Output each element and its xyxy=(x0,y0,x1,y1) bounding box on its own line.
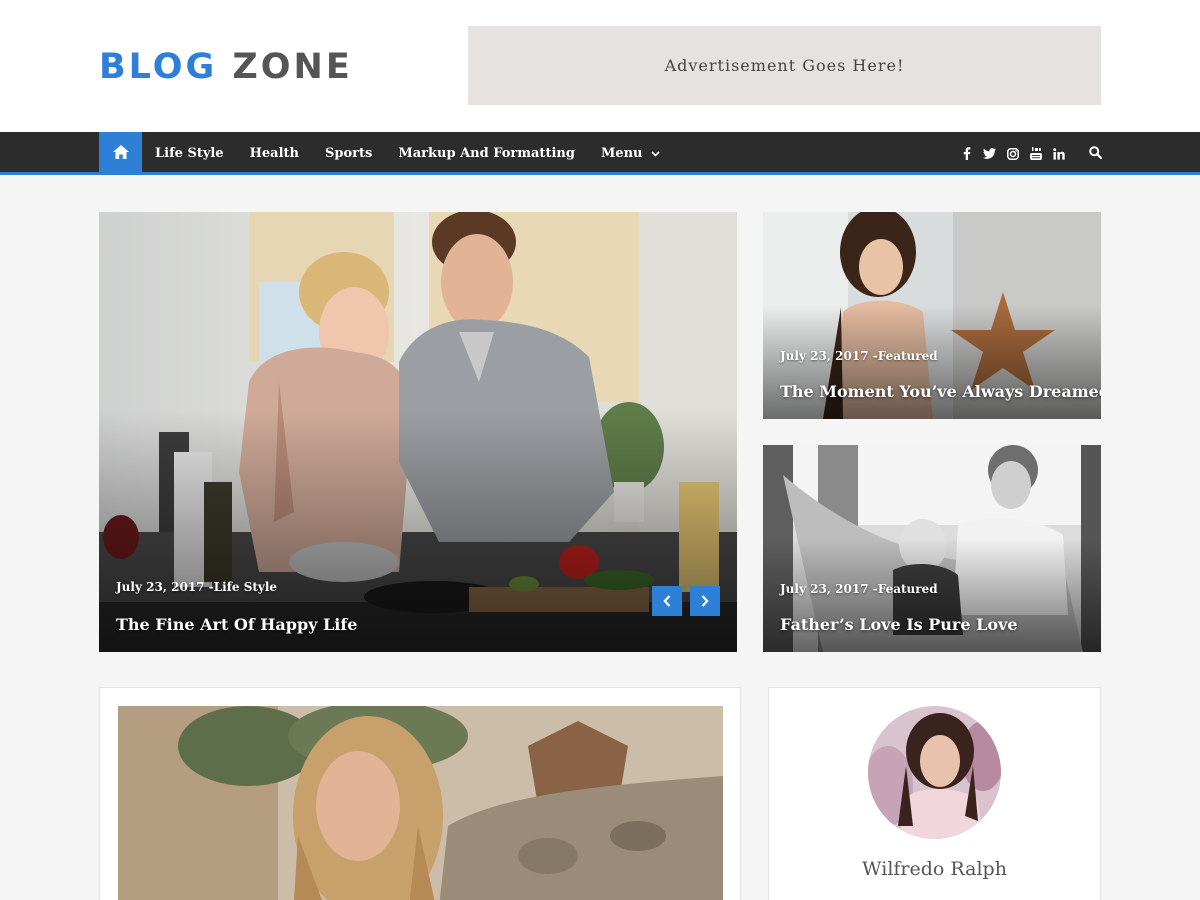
nav-menu: Life Style Health Sports Markup And Form… xyxy=(142,132,673,175)
twitter-icon[interactable] xyxy=(978,132,1001,175)
nav-item-menu[interactable]: Menu xyxy=(588,132,673,175)
featured-post-card[interactable]: July 23, 2017 -Featured The Moment You’v… xyxy=(763,212,1101,419)
woman-outdoors-photo xyxy=(118,706,723,900)
author-widget: Wilfredo Ralph xyxy=(768,687,1101,900)
site-header: BLOG ZONE Advertisement Goes Here! xyxy=(0,0,1200,132)
featured-post-meta[interactable]: July 23, 2017 -Featured xyxy=(780,582,938,596)
site-logo[interactable]: BLOG ZONE xyxy=(99,46,353,88)
hero-post-meta[interactable]: July 23, 2017 -Life Style xyxy=(116,580,277,594)
youtube-icon[interactable] xyxy=(1024,132,1047,175)
nav-item-label: Markup And Formatting xyxy=(398,146,575,161)
post-thumbnail[interactable] xyxy=(118,706,723,900)
social-links xyxy=(955,132,1070,175)
instagram-icon[interactable] xyxy=(1001,132,1024,175)
hero-slide[interactable]: July 23, 2017 -Life Style The Fine Art O… xyxy=(99,212,737,652)
nav-item-label: Sports xyxy=(325,146,373,161)
nav-item-sports[interactable]: Sports xyxy=(312,132,385,175)
main-navigation: Life Style Health Sports Markup And Form… xyxy=(0,132,1200,175)
nav-item-label: Health xyxy=(249,146,299,161)
nav-item-label: Life Style xyxy=(155,146,224,161)
facebook-icon[interactable] xyxy=(955,132,978,175)
chevron-right-icon xyxy=(701,592,709,611)
linkedin-icon[interactable] xyxy=(1047,132,1070,175)
featured-post-card[interactable]: July 23, 2017 -Featured Father’s Love Is… xyxy=(763,445,1101,652)
featured-post-title[interactable]: The Moment You’ve Always Dreamed xyxy=(780,382,1101,401)
nav-item-health[interactable]: Health xyxy=(237,132,312,175)
search-button[interactable] xyxy=(1083,132,1107,175)
advertisement-banner[interactable]: Advertisement Goes Here! xyxy=(468,26,1101,105)
author-photo xyxy=(868,706,1001,839)
featured-post-title[interactable]: Father’s Love Is Pure Love xyxy=(780,615,1018,634)
nav-item-markup-and-formatting[interactable]: Markup And Formatting xyxy=(385,132,588,175)
slider-prev-button[interactable] xyxy=(652,586,682,616)
chevron-down-icon xyxy=(650,132,660,175)
chevron-left-icon xyxy=(663,592,671,611)
nav-item-label: Menu xyxy=(600,146,643,161)
logo-word-zone: ZONE xyxy=(232,47,353,87)
nav-home-button[interactable] xyxy=(99,132,142,175)
post-card xyxy=(99,687,741,900)
author-name[interactable]: Wilfredo Ralph xyxy=(769,858,1100,880)
featured-post-meta[interactable]: July 23, 2017 -Featured xyxy=(780,349,938,363)
author-avatar[interactable] xyxy=(868,706,1001,839)
search-icon xyxy=(1088,144,1102,163)
home-icon xyxy=(112,144,129,163)
hero-post-title[interactable]: The Fine Art Of Happy Life xyxy=(116,615,357,634)
slider-next-button[interactable] xyxy=(690,586,720,616)
logo-word-blog: BLOG xyxy=(99,47,218,87)
nav-item-life-style[interactable]: Life Style xyxy=(142,132,237,175)
